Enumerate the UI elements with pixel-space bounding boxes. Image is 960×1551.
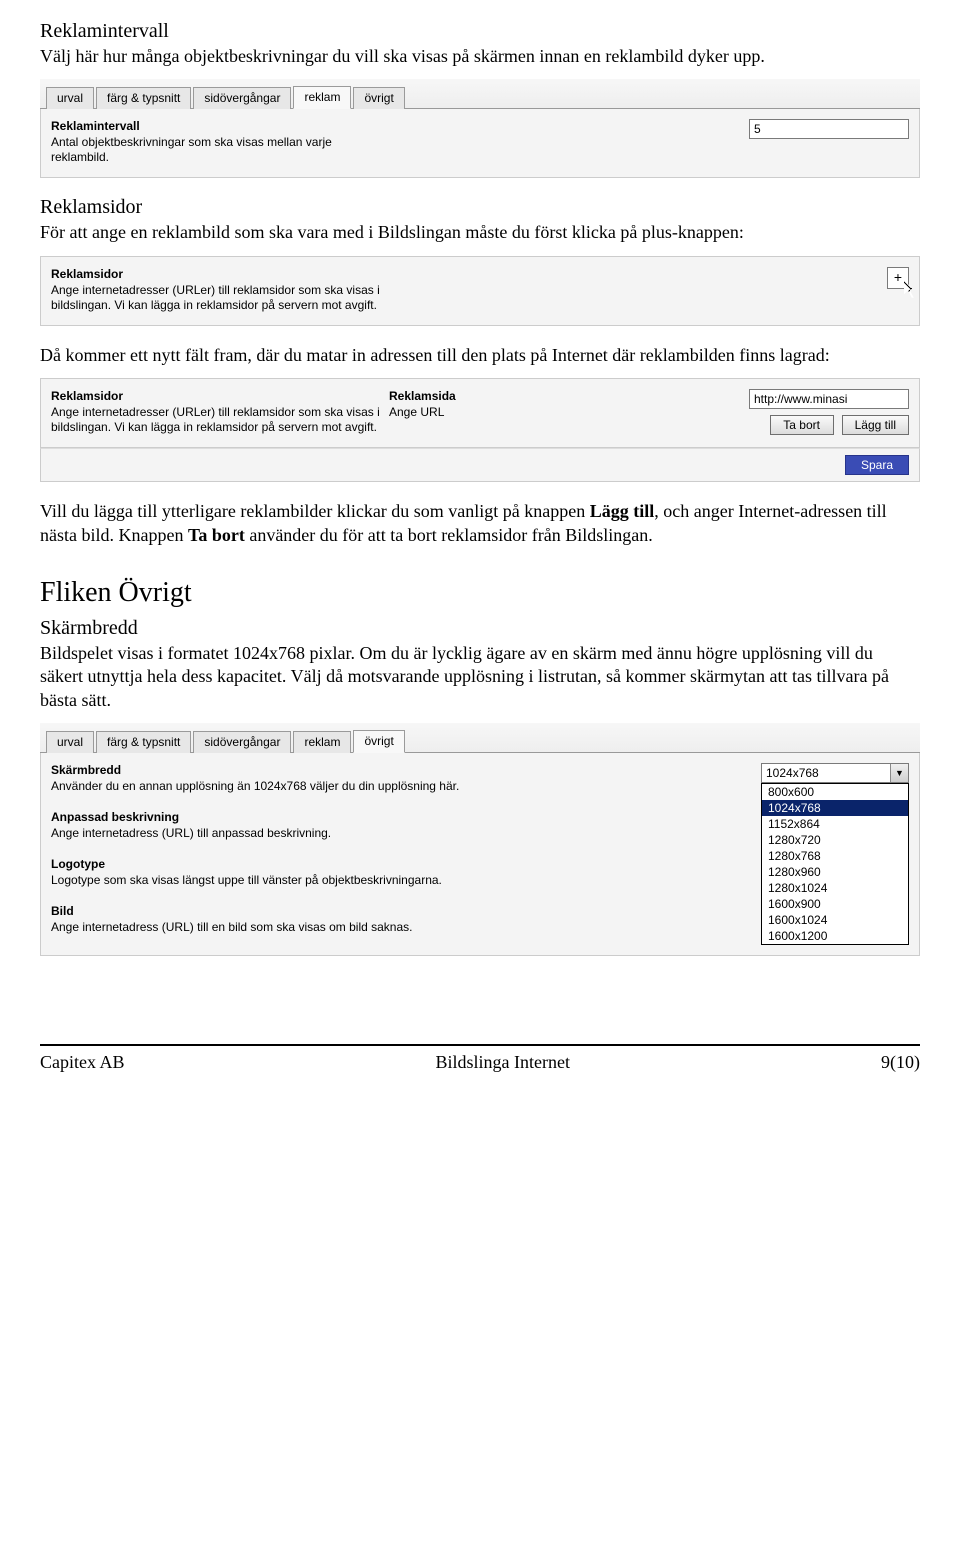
- panel-reklamsidor-plus: Reklamsidor Ange internetadresser (URLer…: [40, 255, 920, 326]
- add-button[interactable]: Lägg till: [842, 415, 909, 435]
- dropdown-option[interactable]: 1280x720: [762, 832, 908, 848]
- tabstrip-2: urval färg & typsnitt sidövergångar rekl…: [40, 723, 920, 753]
- dropdown-skarmbredd[interactable]: 800x600 1024x768 1152x864 1280x720 1280x…: [761, 783, 909, 945]
- dropdown-option[interactable]: 1600x1200: [762, 928, 908, 944]
- dropdown-option[interactable]: 1280x1024: [762, 880, 908, 896]
- dropdown-option[interactable]: 1024x768: [762, 800, 908, 816]
- page-footer: Capitex AB Bildslinga Internet 9(10): [40, 1044, 920, 1091]
- tab-urval[interactable]: urval: [46, 731, 94, 753]
- label-reklamsidor: Reklamsidor: [51, 267, 381, 281]
- label-logotype: Logotype: [51, 857, 591, 871]
- dropdown-option[interactable]: 800x600: [762, 784, 908, 800]
- chevron-down-icon[interactable]: ▼: [890, 764, 908, 782]
- text-fragment: Vill du lägga till ytterligare reklambil…: [40, 501, 590, 521]
- desc-reklamintervall: Antal objektbeskrivningar som ska visas …: [51, 135, 381, 165]
- desc-skarmbredd: Använder du en annan upplösning än 1024x…: [51, 779, 591, 794]
- combo-value: 1024x768: [762, 764, 890, 782]
- body-reklamsidor-2: Då kommer ett nytt fält fram, där du mat…: [40, 344, 920, 367]
- desc-logotype: Logotype som ska visas längst uppe till …: [51, 873, 591, 888]
- panel-reklamintervall: urval färg & typsnitt sidövergångar rekl…: [40, 78, 920, 178]
- save-button[interactable]: Spara: [845, 455, 909, 475]
- label-ange-url: Ange URL: [389, 405, 569, 420]
- input-reklamintervall[interactable]: [749, 119, 909, 139]
- tab-urval[interactable]: urval: [46, 87, 94, 109]
- dropdown-option[interactable]: 1152x864: [762, 816, 908, 832]
- dropdown-option[interactable]: 1600x900: [762, 896, 908, 912]
- panel-ovrigt: urval färg & typsnitt sidövergångar rekl…: [40, 722, 920, 956]
- footer-center: Bildslinga Internet: [436, 1052, 570, 1073]
- desc-reklamsidor-2: Ange internetadresser (URLer) till rekla…: [51, 405, 381, 435]
- panel-reklamsidor-edit: Reklamsidor Ange internetadresser (URLer…: [40, 377, 920, 482]
- tab-ovrigt[interactable]: övrigt: [353, 87, 404, 109]
- section-title-reklamintervall: Reklamintervall: [40, 20, 920, 43]
- tab-farg-typsnitt[interactable]: färg & typsnitt: [96, 87, 191, 109]
- text-fragment: använder du för att ta bort reklamsidor …: [245, 525, 653, 545]
- tab-farg-typsnitt[interactable]: färg & typsnitt: [96, 731, 191, 753]
- section-title-reklamsidor: Reklamsidor: [40, 196, 920, 219]
- tab-reklam[interactable]: reklam: [293, 86, 351, 109]
- desc-anpassad: Ange internetadress (URL) till anpassad …: [51, 826, 591, 841]
- dropdown-option[interactable]: 1280x768: [762, 848, 908, 864]
- heading-ovrigt: Fliken Övrigt: [40, 577, 920, 609]
- dropdown-option[interactable]: 1280x960: [762, 864, 908, 880]
- footer-right: 9(10): [881, 1052, 920, 1073]
- tab-sidovergangar[interactable]: sidövergångar: [193, 731, 291, 753]
- label-reklamintervall: Reklamintervall: [51, 119, 381, 133]
- desc-reklamsidor: Ange internetadresser (URLer) till rekla…: [51, 283, 381, 313]
- label-skarmbredd: Skärmbredd: [51, 763, 591, 777]
- bold-lagg-till: Lägg till: [590, 501, 655, 521]
- tab-sidovergangar[interactable]: sidövergångar: [193, 87, 291, 109]
- label-reklamsidor-2: Reklamsidor: [51, 389, 381, 403]
- tab-ovrigt[interactable]: övrigt: [353, 730, 404, 753]
- body-reklamsidor-3: Vill du lägga till ytterligare reklambil…: [40, 500, 920, 547]
- label-bild: Bild: [51, 904, 591, 918]
- input-reklamsida-url[interactable]: [749, 389, 909, 409]
- desc-bild: Ange internetadress (URL) till en bild s…: [51, 920, 591, 935]
- dropdown-option[interactable]: 1600x1024: [762, 912, 908, 928]
- section-title-skarmbredd: Skärmbredd: [40, 617, 920, 640]
- body-skarmbredd: Bildspelet visas i formatet 1024x768 pix…: [40, 642, 920, 712]
- body-reklamsidor-1: För att ange en reklambild som ska vara …: [40, 221, 920, 244]
- bold-ta-bort: Ta bort: [188, 525, 245, 545]
- combo-skarmbredd[interactable]: 1024x768 ▼: [761, 763, 909, 783]
- label-anpassad: Anpassad beskrivning: [51, 810, 591, 824]
- remove-button[interactable]: Ta bort: [770, 415, 834, 435]
- tab-reklam[interactable]: reklam: [293, 731, 351, 753]
- label-reklamsida: Reklamsida: [389, 389, 569, 403]
- add-reklamsida-button[interactable]: +: [887, 267, 909, 289]
- tabstrip: urval färg & typsnitt sidövergångar rekl…: [40, 79, 920, 109]
- body-reklamintervall: Välj här hur många objektbeskrivningar d…: [40, 45, 920, 68]
- footer-left: Capitex AB: [40, 1052, 125, 1073]
